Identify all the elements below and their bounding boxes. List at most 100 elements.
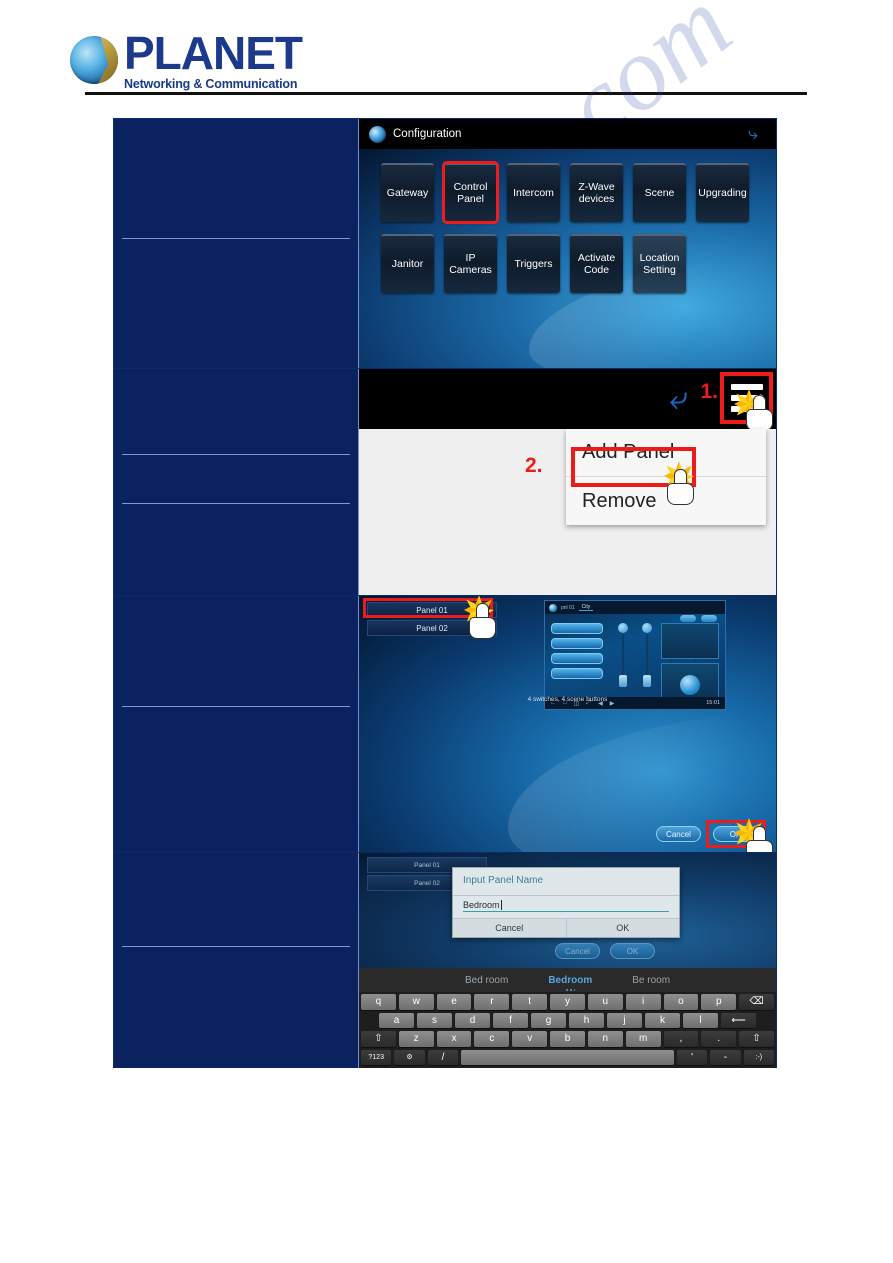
key-p[interactable]: p [701, 994, 737, 1010]
key-e[interactable]: e [436, 994, 472, 1010]
key-x[interactable]: x [436, 1031, 472, 1047]
key-v[interactable]: v [512, 1031, 548, 1047]
key-w[interactable]: w [398, 994, 434, 1010]
table-row: Panel 01 Panel 02 pnl 01 City ← □ ◫ ⤢ ◀ … [114, 596, 776, 853]
keyboard-row-3: ⇧ z x c v b n m , . ⇧ [361, 1031, 774, 1047]
key-c[interactable]: c [474, 1031, 510, 1047]
config-button-location-setting[interactable]: Location Setting [633, 234, 686, 293]
key-period[interactable]: . [701, 1031, 737, 1047]
scene-button[interactable] [551, 638, 603, 649]
page-header: PLANET Networking & Communication [0, 0, 893, 100]
configuration-titlebar: Configuration ⤷ [359, 119, 776, 149]
dial-knob[interactable] [680, 674, 700, 695]
device-preview: pnl 01 City ← □ ◫ ⤢ ◀ ▶ 15:01 [544, 600, 726, 710]
suggestion-be-room[interactable]: Be room [632, 975, 670, 986]
key-a[interactable]: a [379, 1012, 414, 1028]
key-s[interactable]: s [417, 1012, 452, 1028]
slider-base [619, 675, 627, 687]
back-arrow-icon[interactable]: ⤷ [748, 125, 766, 142]
config-button-ip-cameras[interactable]: IP Cameras [444, 234, 497, 293]
dialog-ok-button[interactable]: OK [565, 919, 679, 937]
screenshot-cell-add-panel: ⤶ 1. Add Panel Remove 2. [359, 369, 776, 595]
configuration-title: Configuration [393, 128, 462, 140]
key-u[interactable]: u [587, 994, 623, 1010]
key-f[interactable]: f [493, 1012, 528, 1028]
panel-name-input[interactable]: Bedroom [463, 900, 669, 912]
key-comma[interactable]: , [663, 1031, 699, 1047]
preview-pill-buttons [680, 615, 717, 622]
keyboard-row-4: ?123 ⚙ / ' - :-) [360, 1049, 775, 1065]
hyphen-key[interactable]: - [710, 1049, 741, 1065]
on-screen-keyboard: q w e r t y u i o p ⌫ a s d f g h j k l … [359, 992, 776, 1068]
key-y[interactable]: y [550, 994, 585, 1010]
panel-name-value: Bedroom [463, 900, 500, 910]
key-m[interactable]: m [625, 1031, 661, 1047]
key-r[interactable]: r [474, 994, 510, 1010]
config-button-control-panel[interactable]: Control Panel [442, 161, 499, 224]
cell-divider [122, 454, 350, 455]
screenshot-cell-name-input: Panel 01 Panel 02 Input Panel Name Bedro… [359, 853, 776, 1068]
key-n[interactable]: n [587, 1031, 623, 1047]
text-caret [500, 900, 502, 910]
key-o[interactable]: o [663, 994, 699, 1010]
back-arrow-icon[interactable]: ⤶ [670, 381, 688, 414]
key-j[interactable]: j [607, 1012, 642, 1028]
config-button-gateway[interactable]: Gateway [381, 163, 434, 222]
config-button-upgrading[interactable]: Upgrading [696, 163, 749, 222]
planet-globe-logo-icon [70, 36, 118, 85]
scene-button[interactable] [551, 653, 603, 664]
globe-icon [549, 603, 557, 612]
key-l[interactable]: l [683, 1012, 718, 1028]
switch-slider[interactable] [641, 623, 653, 687]
symbols-key[interactable]: ?123 [360, 1049, 392, 1065]
enter-icon[interactable]: ⟵ [721, 1012, 756, 1028]
config-button-triggers[interactable]: Triggers [507, 234, 560, 293]
config-button-intercom[interactable]: Intercom [507, 163, 560, 222]
emoji-key[interactable]: :-) [743, 1049, 775, 1065]
config-button-zwave-devices[interactable]: Z-Wave devices [570, 163, 623, 222]
pill-button[interactable] [701, 615, 717, 622]
config-button-activate-code[interactable]: Activate Code [570, 234, 623, 293]
key-k[interactable]: k [645, 1012, 680, 1028]
config-button-scene[interactable]: Scene [633, 163, 686, 222]
suggestion-bed-room[interactable]: Bed room [465, 975, 508, 986]
dialog-cancel-button[interactable]: Cancel [453, 919, 566, 937]
key-g[interactable]: g [531, 1012, 566, 1028]
ghost-cancel-button: Cancel [555, 943, 600, 959]
description-cell [114, 853, 359, 1068]
shift-icon-left[interactable]: ⇧ [361, 1031, 396, 1047]
dialog-input-wrap: Bedroom [453, 896, 679, 918]
key-z[interactable]: z [398, 1031, 434, 1047]
suggestion-bedroom[interactable]: Bedroom [548, 975, 592, 986]
key-h[interactable]: h [569, 1012, 604, 1028]
pill-button[interactable] [680, 615, 696, 622]
key-d[interactable]: d [455, 1012, 490, 1028]
scene-button[interactable] [551, 668, 603, 679]
key-i[interactable]: i [625, 994, 661, 1010]
cell-divider [122, 503, 350, 504]
step-marker-1: 1. [700, 380, 718, 403]
configuration-body: Gateway Control Panel Intercom Z-Wave de… [359, 149, 776, 368]
table-row: Panel 01 Panel 02 Input Panel Name Bedro… [114, 853, 776, 1068]
key-t[interactable]: t [512, 994, 548, 1010]
key-q[interactable]: q [361, 994, 396, 1010]
settings-key-icon[interactable]: ⚙ [394, 1049, 425, 1065]
switch-slider[interactable] [617, 623, 629, 687]
logo-text: PLANET Networking & Communication [124, 30, 303, 91]
shift-icon-right[interactable]: ⇧ [739, 1031, 774, 1047]
ghost-ok-button: OK [610, 943, 655, 959]
config-button-janitor[interactable]: Janitor [381, 234, 434, 293]
key-b[interactable]: b [550, 1031, 585, 1047]
space-key[interactable] [461, 1049, 674, 1065]
scene-button[interactable] [551, 623, 603, 634]
step-marker-2: 2. [525, 454, 543, 477]
slash-key[interactable]: / [427, 1049, 459, 1065]
apostrophe-key[interactable]: ' [676, 1049, 708, 1065]
config-row-1: Gateway Control Panel Intercom Z-Wave de… [381, 161, 766, 224]
globe-icon [369, 125, 386, 143]
backspace-icon[interactable]: ⌫ [739, 994, 774, 1010]
panel-name-screen: Panel 01 Panel 02 Input Panel Name Bedro… [359, 853, 776, 1068]
preview-panel-block [661, 623, 719, 659]
cancel-button[interactable]: Cancel [656, 826, 701, 842]
ghost-action-row: Cancel OK [555, 943, 655, 959]
